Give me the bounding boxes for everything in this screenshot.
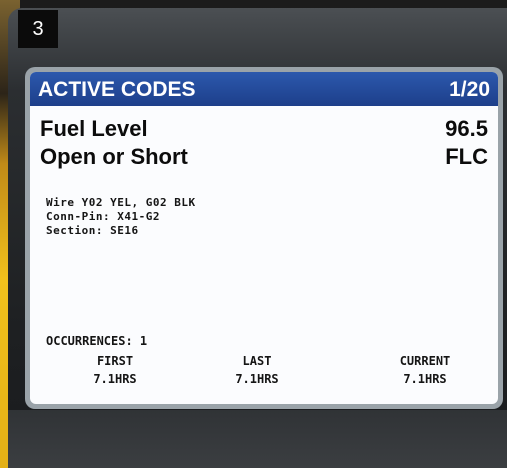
current-header: CURRENT xyxy=(399,354,451,368)
current-column: CURRENT 7.1HRS xyxy=(370,354,480,386)
last-value: 7.1HRS xyxy=(235,372,279,386)
occurrences-count: OCCURRENCES: 1 xyxy=(46,334,148,348)
first-column: FIRST 7.1HRS xyxy=(60,354,170,386)
display-screen: ACTIVE CODES 1/20 Fuel Level 96.5 Open o… xyxy=(30,72,498,404)
detail-conn-pin: Conn-Pin: X41-G2 xyxy=(46,210,160,223)
fault-code: FLC xyxy=(445,144,488,169)
step-number-badge: 3 xyxy=(18,10,58,48)
screen-title-bar: ACTIVE CODES 1/20 xyxy=(30,72,498,106)
detail-wire: Wire Y02 YEL, G02 BLK xyxy=(46,196,196,209)
bezel-lower-edge xyxy=(8,410,507,468)
first-header: FIRST xyxy=(96,354,134,368)
fault-name-row: Fuel Level 96.5 xyxy=(40,116,488,142)
screen-title: ACTIVE CODES xyxy=(38,78,196,101)
detail-section: Section: SE16 xyxy=(46,224,139,237)
page-indicator: 1/20 xyxy=(449,78,490,101)
fault-name: Fuel Level xyxy=(40,116,148,141)
fault-condition-row: Open or Short FLC xyxy=(40,144,488,170)
current-value: 7.1HRS xyxy=(403,372,447,386)
first-value: 7.1HRS xyxy=(93,372,137,386)
fault-condition: Open or Short xyxy=(40,144,188,169)
last-header: LAST xyxy=(242,354,272,368)
fault-value: 96.5 xyxy=(445,116,488,141)
last-column: LAST 7.1HRS xyxy=(202,354,312,386)
